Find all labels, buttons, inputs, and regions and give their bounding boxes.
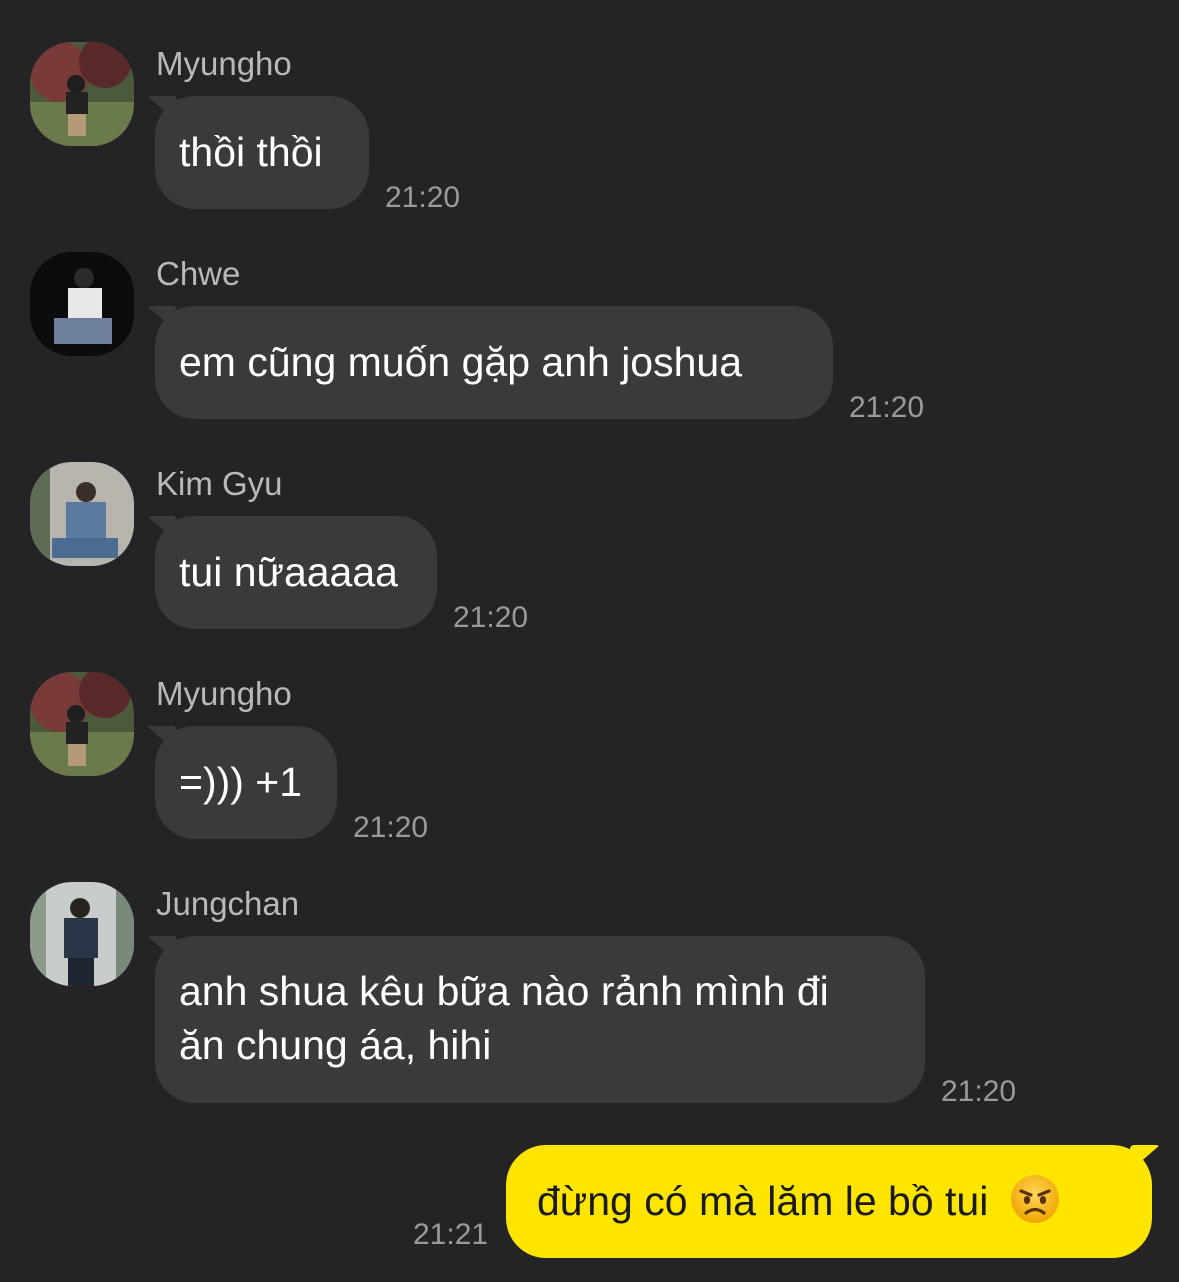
message-time: 21:20 [353, 811, 429, 844]
sender-name: Myungho [156, 675, 292, 712]
message-time: 21:20 [453, 601, 529, 634]
sender-name: Jungchan [156, 885, 300, 922]
sender-name: Chwe [156, 255, 241, 292]
avatar-jungchan[interactable] [30, 882, 134, 986]
message-bubble-outgoing[interactable]: đừng có mà lăm le bồ tui [506, 1145, 1152, 1258]
sender-name: Kim Gyu [156, 465, 283, 502]
avatar-chwe[interactable] [30, 252, 134, 356]
message-bubble[interactable]: anh shua kêu bữa nào rảnh mình đi ăn chu… [155, 936, 925, 1103]
message-bubble[interactable]: tui nữaaaaa [155, 516, 437, 629]
avatar-kim-gyu[interactable] [30, 462, 134, 566]
angry-face-icon [1010, 1154, 1060, 1223]
message-text-line: ăn chung áa, hihi [179, 1022, 492, 1068]
sender-name: Myungho [156, 45, 292, 82]
message-bubble[interactable]: em cũng muốn gặp anh joshua [155, 306, 833, 419]
message-time: 21:20 [849, 391, 925, 424]
message-bubble[interactable]: thồi thồi [155, 96, 369, 209]
message-text: thồi thồi [179, 129, 323, 175]
avatar-myungho[interactable] [30, 42, 134, 146]
message-time: 21:20 [385, 181, 461, 214]
message-time: 21:21 [413, 1218, 489, 1251]
message-text: =))) +1 [179, 759, 303, 805]
message-text-line: anh shua kêu bữa nào rảnh mình đi [179, 968, 829, 1014]
message-text: em cũng muốn gặp anh joshua [179, 339, 743, 385]
message-time: 21:20 [941, 1075, 1017, 1108]
message-text: tui nữaaaaa [179, 549, 398, 595]
message-text: đừng có mà lăm le bồ tui [537, 1178, 989, 1224]
message-bubble[interactable]: =))) +1 [155, 726, 337, 839]
avatar-myungho[interactable] [30, 672, 134, 776]
